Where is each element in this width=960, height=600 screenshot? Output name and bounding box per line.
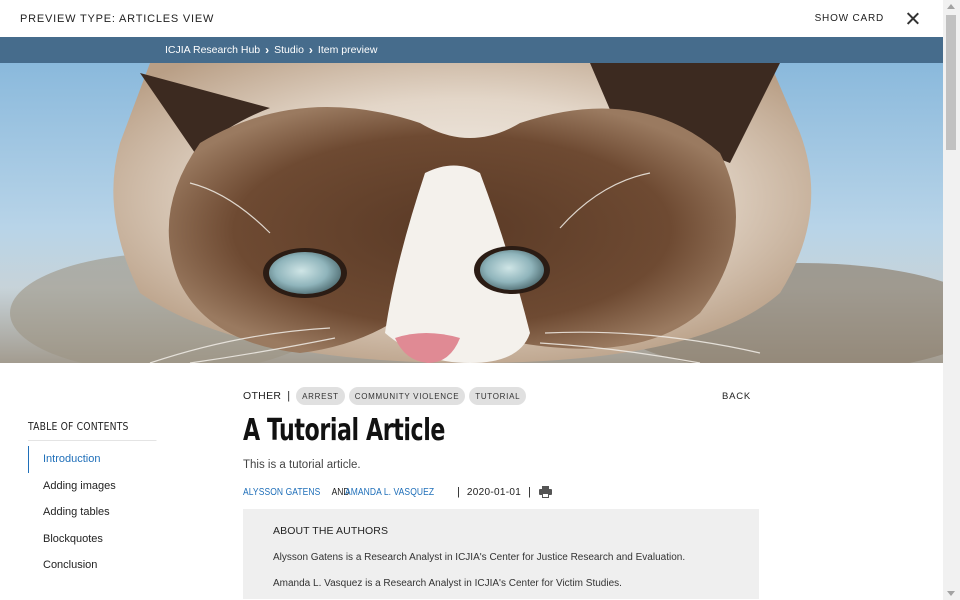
author-bio: Alysson Gatens is a Research Analyst in … xyxy=(273,552,686,563)
show-card-button[interactable]: SHOW CARD xyxy=(815,13,884,24)
author-bio: Amanda L. Vasquez is a Research Analyst … xyxy=(273,578,622,589)
chevron-right-icon: › xyxy=(308,43,313,57)
preview-header: PREVIEW TYPE: ARTICLES VIEW SHOW CARD xyxy=(0,0,943,37)
article-meta: OTHER | ARREST COMMUNITY VIOLENCE TUTORI… xyxy=(243,386,759,406)
byline-divider: | xyxy=(457,486,460,498)
hero-image xyxy=(0,63,943,363)
print-icon[interactable] xyxy=(538,486,552,498)
cat-photo xyxy=(10,63,943,363)
chevron-right-icon: › xyxy=(265,43,270,57)
category-divider: | xyxy=(287,390,291,402)
article-content: OTHER | ARREST COMMUNITY VIOLENCE TUTORI… xyxy=(243,386,759,599)
toc-item-adding-tables[interactable]: Adding tables xyxy=(28,499,174,526)
tag-chip-arrest[interactable]: ARREST xyxy=(296,387,345,405)
preview-type-title: PREVIEW TYPE: ARTICLES VIEW xyxy=(20,12,215,25)
article-title: A Tutorial Article xyxy=(243,413,446,448)
toc-item-adding-images[interactable]: Adding images xyxy=(28,473,174,500)
back-button[interactable]: BACK xyxy=(722,391,751,402)
author-link[interactable]: ALYSSON GATENS xyxy=(243,487,320,498)
page-scrollbar[interactable] xyxy=(943,0,960,600)
scrollbar-thumb[interactable] xyxy=(946,15,956,150)
breadcrumb: ICJIA Research Hub › Studio › Item previ… xyxy=(0,37,943,63)
preview-header-actions: SHOW CARD xyxy=(815,12,923,26)
table-of-contents: TABLE OF CONTENTS Introduction Adding im… xyxy=(28,421,174,579)
breadcrumb-item-studio[interactable]: Studio xyxy=(274,44,304,56)
about-authors-panel: ABOUT THE AUTHORS Alysson Gatens is a Re… xyxy=(243,509,759,599)
toc-item-conclusion[interactable]: Conclusion xyxy=(28,552,174,579)
tag-chip-community-violence[interactable]: COMMUNITY VIOLENCE xyxy=(348,387,466,405)
breadcrumb-item-home[interactable]: ICJIA Research Hub xyxy=(165,44,260,56)
article-date: 2020-01-01 xyxy=(466,486,522,498)
article-byline: ALYSSON GATENS AND AMANDA L. VASQUEZ | 2… xyxy=(243,486,759,498)
toc-list: Introduction Adding images Adding tables… xyxy=(28,446,174,579)
tag-chip-tutorial[interactable]: TUTORIAL xyxy=(469,387,527,405)
article-abstract: This is a tutorial article. xyxy=(243,459,361,471)
scroll-down-icon[interactable] xyxy=(947,591,955,596)
toc-item-introduction[interactable]: Introduction xyxy=(28,446,174,473)
toc-item-blockquotes[interactable]: Blockquotes xyxy=(28,526,174,553)
breadcrumb-item-current: Item preview xyxy=(317,44,378,56)
byline-divider: | xyxy=(528,486,531,498)
author-link[interactable]: AMANDA L. VASQUEZ xyxy=(345,487,434,498)
toc-title: TABLE OF CONTENTS xyxy=(28,421,157,441)
scroll-up-icon[interactable] xyxy=(947,4,955,9)
article-category: OTHER xyxy=(243,390,282,402)
about-authors-title: ABOUT THE AUTHORS xyxy=(273,525,389,537)
close-icon[interactable] xyxy=(906,12,920,26)
